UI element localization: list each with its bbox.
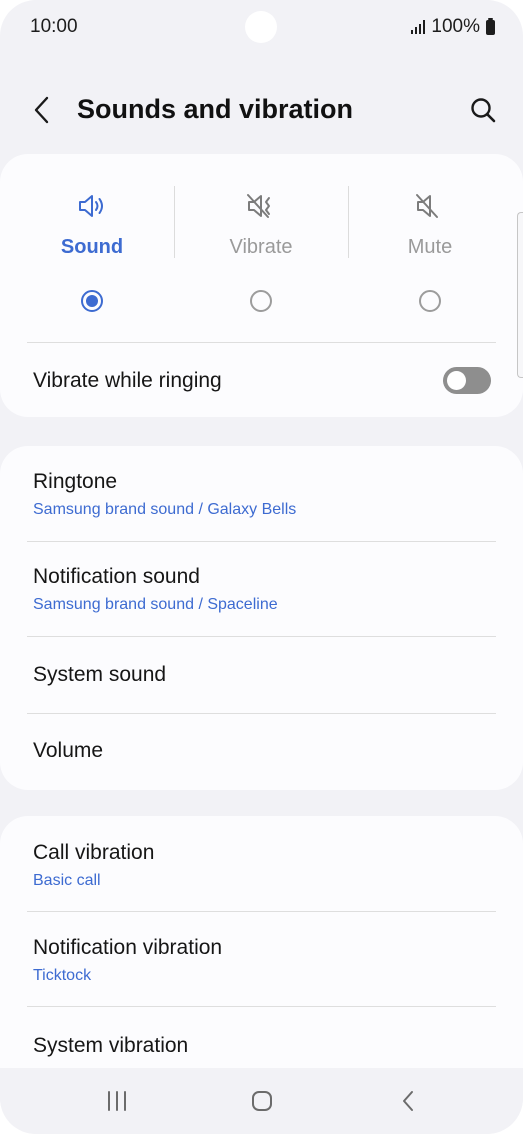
mute-icon	[416, 194, 438, 218]
back-icon	[403, 1091, 413, 1111]
app-header: Sounds and vibration	[0, 80, 523, 140]
recents-icon	[108, 1091, 126, 1111]
list-item-notification-sound[interactable]: Notification sound Samsung brand sound /…	[0, 542, 523, 636]
mode-divider	[174, 186, 175, 258]
notification-vibration-subtitle: Ticktock	[33, 967, 92, 984]
status-indicators: 100%	[411, 16, 495, 38]
vibrate-while-ringing-row[interactable]: Vibrate while ringing	[0, 344, 523, 416]
ringtone-title: Ringtone	[33, 470, 118, 493]
signal-icon	[411, 20, 426, 34]
navigation-bar	[0, 1070, 523, 1134]
sound-settings-card: Ringtone Samsung brand sound / Galaxy Be…	[0, 446, 523, 790]
search-icon	[471, 98, 496, 123]
ringtone-subtitle: Samsung brand sound / Galaxy Bells	[33, 501, 297, 518]
list-item-system-vibration[interactable]: System vibration	[0, 1007, 523, 1068]
system-vibration-title: System vibration	[33, 1034, 189, 1057]
mode-vibrate-label: Vibrate	[229, 236, 293, 258]
system-sound-title: System sound	[33, 663, 167, 686]
list-item-ringtone[interactable]: Ringtone Samsung brand sound / Galaxy Be…	[0, 446, 523, 541]
recents-button[interactable]	[93, 1084, 141, 1118]
call-vibration-title: Call vibration	[33, 841, 155, 864]
toggle-knob	[447, 371, 466, 390]
notification-sound-subtitle: Samsung brand sound / Spaceline	[33, 596, 278, 613]
notification-vibration-title: Notification vibration	[33, 936, 223, 959]
divider	[27, 342, 496, 343]
vibrate-icon	[247, 194, 270, 218]
list-item-volume[interactable]: Volume	[0, 714, 523, 790]
list-item-notification-vibration[interactable]: Notification vibration Ticktock	[0, 912, 523, 1006]
mode-mute-radio[interactable]	[419, 290, 441, 312]
phone-screen: 10:00 100% Sounds and vibration Sound Vi…	[0, 0, 523, 1134]
vibration-settings-card: Call vibration Basic call Notification v…	[0, 816, 523, 1068]
camera-cutout	[245, 11, 277, 43]
status-time: 10:00	[30, 16, 78, 37]
notification-sound-title: Notification sound	[33, 565, 200, 588]
list-item-system-sound[interactable]: System sound	[0, 637, 523, 713]
home-icon	[252, 1091, 272, 1111]
chevron-left-icon	[34, 96, 49, 124]
vibrate-while-ringing-label: Vibrate while ringing	[33, 369, 222, 392]
list-item-call-vibration[interactable]: Call vibration Basic call	[0, 816, 523, 911]
mode-vibrate-radio[interactable]	[250, 290, 272, 312]
speaker-icon	[79, 195, 103, 217]
battery-percent: 100%	[431, 16, 480, 37]
mode-mute[interactable]: Mute	[345, 184, 515, 334]
status-bar: 10:00 100%	[0, 0, 523, 56]
page-title: Sounds and vibration	[77, 94, 354, 124]
vibrate-while-ringing-toggle[interactable]	[443, 367, 491, 394]
sound-mode-selector: Sound Vibrate Mute	[0, 154, 523, 342]
battery-icon	[486, 17, 495, 35]
sound-mode-card: Sound Vibrate Mute Vibrate while ringing	[0, 154, 523, 417]
call-vibration-subtitle: Basic call	[33, 872, 101, 889]
back-button[interactable]	[22, 90, 62, 130]
scrollbar[interactable]	[517, 212, 523, 378]
nav-back-button[interactable]	[385, 1084, 433, 1118]
mode-sound-label: Sound	[60, 236, 124, 258]
mode-mute-label: Mute	[407, 236, 453, 258]
mode-vibrate[interactable]: Vibrate	[176, 184, 346, 334]
home-button[interactable]	[238, 1084, 286, 1118]
volume-title: Volume	[33, 739, 104, 762]
mode-sound[interactable]: Sound	[7, 184, 177, 334]
mode-sound-radio[interactable]	[81, 290, 103, 312]
search-button[interactable]	[463, 90, 503, 130]
